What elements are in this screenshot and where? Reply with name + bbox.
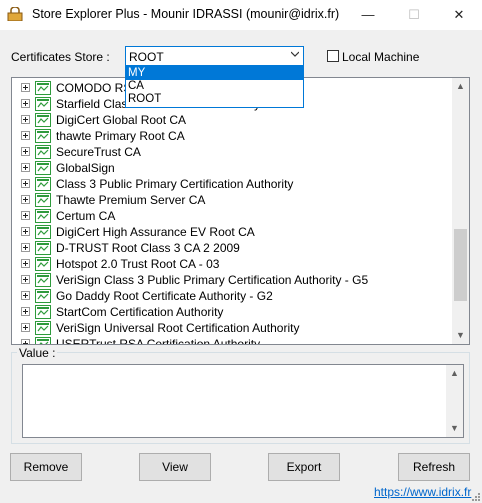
certificate-tree[interactable]: COMODO RSA Certification AuthorityStarfi… <box>11 77 470 345</box>
expand-plus-icon[interactable] <box>21 195 30 204</box>
remove-button[interactable]: Remove <box>10 453 82 481</box>
certificate-icon <box>35 257 51 271</box>
certificate-name: DigiCert Global Root CA <box>56 113 187 127</box>
certificate-name: VeriSign Class 3 Public Primary Certific… <box>56 273 369 287</box>
store-option-my[interactable]: MY <box>126 67 303 80</box>
certificate-name: thawte Primary Root CA <box>56 129 185 143</box>
minimize-button[interactable]: — <box>345 0 391 30</box>
expand-plus-icon[interactable] <box>21 339 30 344</box>
certificate-icon <box>35 209 51 223</box>
scroll-thumb[interactable] <box>454 229 467 301</box>
value-scroll-down-icon[interactable]: ▼ <box>446 420 463 437</box>
expand-plus-icon[interactable] <box>21 275 30 284</box>
certificate-icon <box>35 289 51 303</box>
certificate-row[interactable]: DigiCert High Assurance EV Root CA <box>12 224 452 240</box>
value-scrollbar[interactable]: ▲ ▼ <box>446 365 463 437</box>
app-lock-icon <box>7 7 23 21</box>
certificate-icon <box>35 81 51 95</box>
certificate-icon <box>35 241 51 255</box>
certificate-row[interactable]: Thawte Premium Server CA <box>12 192 452 208</box>
export-button[interactable]: Export <box>268 453 340 481</box>
expand-plus-icon[interactable] <box>21 147 30 156</box>
store-dropdown-list: MY CA ROOT <box>125 66 304 108</box>
certificate-name: StartCom Certification Authority <box>56 305 224 319</box>
scroll-up-icon[interactable]: ▲ <box>452 78 469 95</box>
certificate-icon <box>35 129 51 143</box>
close-button[interactable]: ✕ <box>436 0 482 30</box>
title-bar: Store Explorer Plus - Mounir IDRASSI (mo… <box>0 0 482 30</box>
certificate-icon <box>35 305 51 319</box>
certificate-name: SecureTrust CA <box>56 145 141 159</box>
certificate-row[interactable]: thawte Primary Root CA <box>12 128 452 144</box>
store-option-ca[interactable]: CA <box>126 80 303 93</box>
certificate-row[interactable]: GlobalSign <box>12 160 452 176</box>
certificate-icon <box>35 321 51 335</box>
value-scroll-up-icon[interactable]: ▲ <box>446 365 463 382</box>
certificate-name: USERTrust RSA Certification Authority <box>56 337 261 345</box>
expand-plus-icon[interactable] <box>21 131 30 140</box>
local-machine-checkbox[interactable] <box>327 50 339 62</box>
certificate-row[interactable]: VeriSign Universal Root Certification Au… <box>12 320 452 336</box>
value-label: Value : <box>17 346 58 360</box>
website-link[interactable]: https://www.idrix.fr <box>374 485 471 499</box>
certificate-row[interactable]: USERTrust RSA Certification Authority <box>12 336 452 345</box>
resize-grip-icon[interactable] <box>470 491 480 501</box>
certificate-row[interactable]: StartCom Certification Authority <box>12 304 452 320</box>
expand-plus-icon[interactable] <box>21 307 30 316</box>
expand-plus-icon[interactable] <box>21 211 30 220</box>
certificate-icon <box>35 97 51 111</box>
certificate-name: Hotspot 2.0 Trust Root CA - 03 <box>56 257 220 271</box>
expand-plus-icon[interactable] <box>21 179 30 188</box>
expand-plus-icon[interactable] <box>21 259 30 268</box>
certificates-store-label: Certificates Store : <box>11 50 110 64</box>
certificate-name: Class 3 Public Primary Certification Aut… <box>56 177 294 191</box>
certificate-row[interactable]: SecureTrust CA <box>12 144 452 160</box>
store-selected-value: ROOT <box>129 50 164 64</box>
tree-scrollbar[interactable]: ▲ ▼ <box>452 78 469 344</box>
certificate-icon <box>35 145 51 159</box>
value-textarea[interactable]: ▲ ▼ <box>22 364 464 438</box>
expand-plus-icon[interactable] <box>21 323 30 332</box>
expand-plus-icon[interactable] <box>21 291 30 300</box>
certificate-icon <box>35 273 51 287</box>
refresh-button[interactable]: Refresh <box>398 453 470 481</box>
expand-plus-icon[interactable] <box>21 99 30 108</box>
certificate-icon <box>35 337 51 344</box>
expand-plus-icon[interactable] <box>21 227 30 236</box>
certificate-icon <box>35 113 51 127</box>
certificate-name: Certum CA <box>56 209 116 223</box>
chevron-down-icon <box>291 51 299 57</box>
certificate-name: GlobalSign <box>56 161 115 175</box>
expand-plus-icon[interactable] <box>21 243 30 252</box>
store-option-root[interactable]: ROOT <box>126 93 303 106</box>
certificate-icon <box>35 225 51 239</box>
certificate-icon <box>35 161 51 175</box>
expand-plus-icon[interactable] <box>21 163 30 172</box>
certificate-name: D-TRUST Root Class 3 CA 2 2009 <box>56 241 240 255</box>
expand-plus-icon[interactable] <box>21 83 30 92</box>
certificate-row[interactable]: Go Daddy Root Certificate Authority - G2 <box>12 288 452 304</box>
certificate-name: VeriSign Universal Root Certification Au… <box>56 321 300 335</box>
certificate-row[interactable]: Certum CA <box>12 208 452 224</box>
certificate-name: DigiCert High Assurance EV Root CA <box>56 225 255 239</box>
certificate-row[interactable]: Class 3 Public Primary Certification Aut… <box>12 176 452 192</box>
view-button[interactable]: View <box>139 453 211 481</box>
certificate-icon <box>35 177 51 191</box>
certificate-row[interactable]: VeriSign Class 3 Public Primary Certific… <box>12 272 452 288</box>
certificate-row[interactable]: DigiCert Global Root CA <box>12 112 452 128</box>
certificates-store-select[interactable]: ROOT <box>125 46 304 66</box>
certificate-row[interactable]: Hotspot 2.0 Trust Root CA - 03 <box>12 256 452 272</box>
scroll-down-icon[interactable]: ▼ <box>452 327 469 344</box>
certificate-icon <box>35 193 51 207</box>
maximize-button[interactable]: ☐ <box>391 0 437 30</box>
expand-plus-icon[interactable] <box>21 115 30 124</box>
certificate-name: Thawte Premium Server CA <box>56 193 206 207</box>
local-machine-label[interactable]: Local Machine <box>342 50 419 64</box>
certificate-name: Go Daddy Root Certificate Authority - G2 <box>56 289 273 303</box>
certificate-row[interactable]: D-TRUST Root Class 3 CA 2 2009 <box>12 240 452 256</box>
window-title: Store Explorer Plus - Mounir IDRASSI (mo… <box>32 7 340 21</box>
